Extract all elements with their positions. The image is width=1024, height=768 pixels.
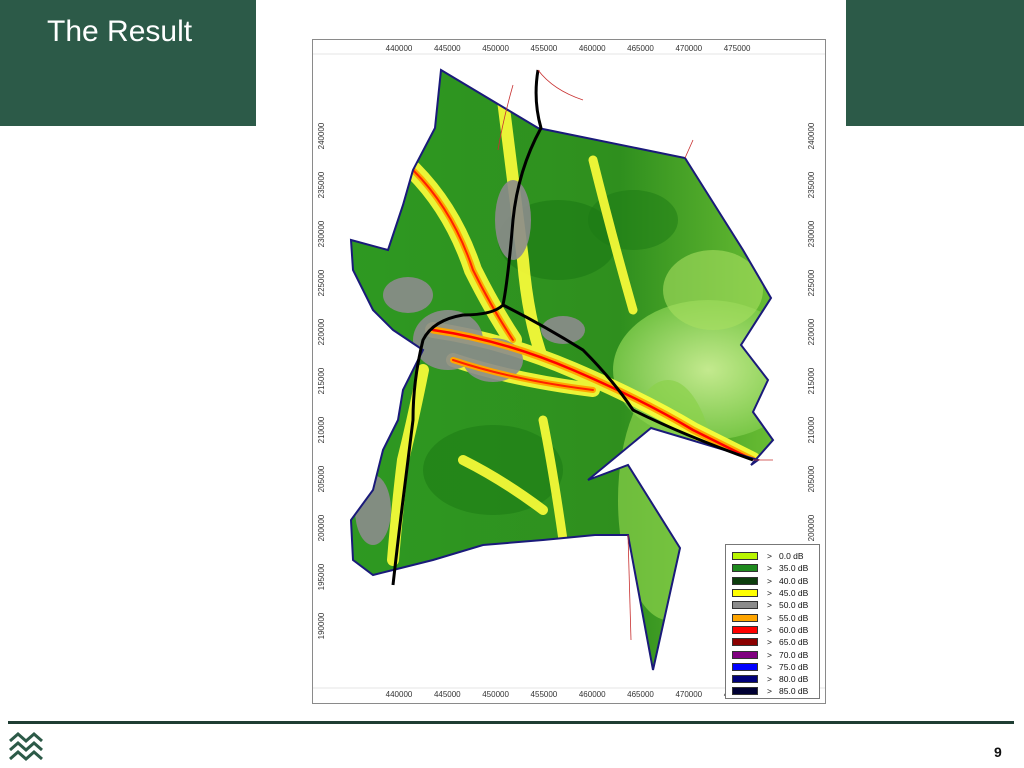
y-right-tick-label: 205000 bbox=[807, 465, 816, 492]
y-left-tick-label: 235000 bbox=[317, 171, 326, 198]
x-bottom-tick-label: 460000 bbox=[579, 690, 606, 699]
y-left-tick-label: 190000 bbox=[317, 612, 326, 639]
legend-symbol: > bbox=[767, 661, 772, 672]
legend-swatch bbox=[732, 601, 758, 610]
y-right-tick-label: 220000 bbox=[807, 318, 816, 345]
y-right-tick-label: 235000 bbox=[807, 171, 816, 198]
y-left-tick-label: 220000 bbox=[317, 318, 326, 345]
legend-symbol: > bbox=[767, 624, 772, 635]
slide-title: The Result bbox=[47, 15, 193, 48]
legend-label: 60.0 dB bbox=[779, 624, 809, 635]
legend-swatch bbox=[732, 552, 758, 561]
legend-symbol: > bbox=[767, 600, 772, 611]
legend-swatch bbox=[732, 613, 758, 622]
legend-item: >80.0 dB bbox=[732, 673, 819, 685]
legend-swatch bbox=[732, 638, 758, 647]
legend-item: >45.0 dB bbox=[732, 587, 819, 599]
header-band-right bbox=[846, 0, 1024, 126]
legend-item: >85.0 dB bbox=[732, 685, 819, 697]
legend-item: >55.0 dB bbox=[732, 611, 819, 623]
x-top-tick-label: 465000 bbox=[627, 44, 654, 53]
legend-symbol: > bbox=[767, 612, 772, 623]
x-top-tick-label: 445000 bbox=[434, 44, 461, 53]
legend-symbol: > bbox=[767, 637, 772, 648]
x-top-tick-label: 440000 bbox=[386, 44, 413, 53]
legend-symbol: > bbox=[767, 575, 772, 586]
y-right-tick-label: 240000 bbox=[807, 122, 816, 149]
legend-swatch bbox=[732, 564, 758, 573]
legend-label: 50.0 dB bbox=[779, 600, 809, 611]
x-top-tick-label: 475000 bbox=[724, 44, 751, 53]
legend-swatch bbox=[732, 625, 758, 634]
y-left-tick-label: 205000 bbox=[317, 465, 326, 492]
x-top-tick-label: 470000 bbox=[675, 44, 702, 53]
x-bottom-tick-label: 440000 bbox=[386, 690, 413, 699]
y-left-tick-label: 210000 bbox=[317, 416, 326, 443]
legend-item: >40.0 dB bbox=[732, 575, 819, 587]
y-right-tick-label: 215000 bbox=[807, 367, 816, 394]
legend-label: 0.0 dB bbox=[779, 551, 804, 562]
legend-symbol: > bbox=[767, 649, 772, 660]
y-left-tick-label: 230000 bbox=[317, 220, 326, 247]
x-bottom-tick-label: 450000 bbox=[482, 690, 509, 699]
y-left-tick-label: 195000 bbox=[317, 563, 326, 590]
company-logo bbox=[8, 729, 44, 765]
y-left-tick-label: 240000 bbox=[317, 122, 326, 149]
legend-symbol: > bbox=[767, 551, 772, 562]
legend-swatch bbox=[732, 675, 758, 684]
legend-item: >35.0 dB bbox=[732, 562, 819, 574]
legend-item: >70.0 dB bbox=[732, 648, 819, 660]
legend-label: 75.0 dB bbox=[779, 661, 809, 672]
legend-label: 35.0 dB bbox=[779, 563, 809, 574]
legend-item: >60.0 dB bbox=[732, 624, 819, 636]
legend-symbol: > bbox=[767, 686, 772, 697]
legend-label: 80.0 dB bbox=[779, 674, 809, 685]
legend-swatch bbox=[732, 650, 758, 659]
y-right-tick-label: 200000 bbox=[807, 514, 816, 541]
page-number: 9 bbox=[994, 744, 1002, 760]
legend-label: 65.0 dB bbox=[779, 637, 809, 648]
legend-swatch bbox=[732, 687, 758, 696]
y-left-tick-label: 225000 bbox=[317, 269, 326, 296]
legend-symbol: > bbox=[767, 674, 772, 685]
legend-item: >50.0 dB bbox=[732, 599, 819, 611]
legend-item: >0.0 dB bbox=[732, 550, 819, 562]
x-bottom-tick-label: 455000 bbox=[531, 690, 558, 699]
legend-swatch bbox=[732, 576, 758, 585]
y-right-tick-label: 210000 bbox=[807, 416, 816, 443]
legend-label: 85.0 dB bbox=[779, 686, 809, 697]
y-right-tick-label: 225000 bbox=[807, 269, 816, 296]
legend-symbol: > bbox=[767, 588, 772, 599]
legend-swatch bbox=[732, 589, 758, 598]
x-top-tick-label: 450000 bbox=[482, 44, 509, 53]
legend-swatch bbox=[732, 662, 758, 671]
legend-label: 45.0 dB bbox=[779, 588, 809, 599]
x-top-tick-label: 460000 bbox=[579, 44, 606, 53]
legend-symbol: > bbox=[767, 563, 772, 574]
legend-label: 55.0 dB bbox=[779, 612, 809, 623]
legend-item: >75.0 dB bbox=[732, 661, 819, 673]
map-legend: >0.0 dB >35.0 dB >40.0 dB >45.0 dB >50.0 dB >… bbox=[725, 544, 820, 699]
y-left-tick-label: 215000 bbox=[317, 367, 326, 394]
y-left-tick-label: 200000 bbox=[317, 514, 326, 541]
y-right-tick-label: 230000 bbox=[807, 220, 816, 247]
legend-label: 40.0 dB bbox=[779, 575, 809, 586]
legend-label: 70.0 dB bbox=[779, 649, 809, 660]
x-top-tick-label: 455000 bbox=[531, 44, 558, 53]
x-bottom-tick-label: 445000 bbox=[434, 690, 461, 699]
legend-item: >65.0 dB bbox=[732, 636, 819, 648]
footer-rule bbox=[8, 721, 1014, 724]
x-bottom-tick-label: 470000 bbox=[675, 690, 702, 699]
x-bottom-tick-label: 465000 bbox=[627, 690, 654, 699]
